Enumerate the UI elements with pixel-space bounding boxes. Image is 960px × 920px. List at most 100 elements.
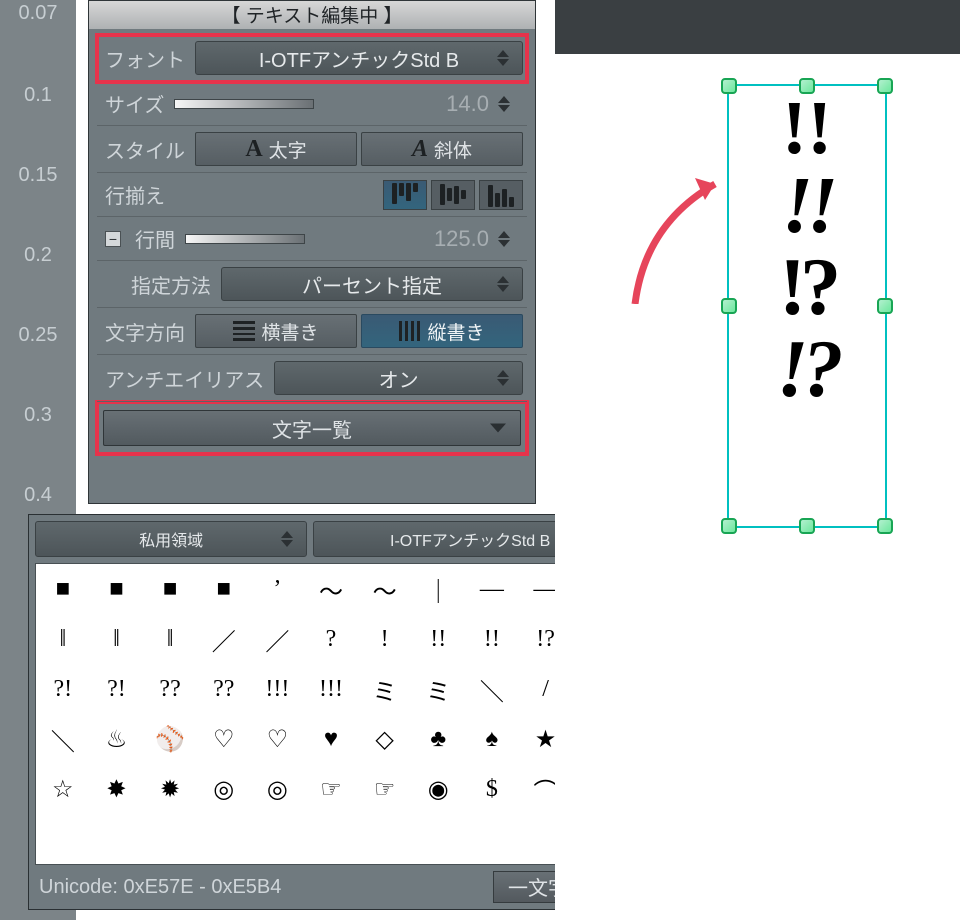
align-top-button[interactable] [383,180,427,210]
glyph-cell[interactable]: ＼ [36,714,90,764]
antialias-label: アンチエイリアス [105,364,264,393]
glyph-cell[interactable]: ／ [197,614,251,664]
glyph-cell[interactable]: ? [304,614,358,664]
glyph-cell[interactable]: ?! [36,664,90,714]
glyph-cell[interactable]: ✹ [143,764,197,814]
glyph-grid: ■■■■’〜〜｜———‖‖‖／／?!!!!!!?!??!?!????!!!!!!… [35,563,627,865]
align-center-button[interactable] [431,180,475,210]
italic-button[interactable]: A 斜体 [361,132,523,166]
leading-label: 行間 [135,224,175,253]
vertical-lines-icon [399,321,421,341]
size-row: サイズ 14.0 [97,82,527,126]
glyph-cell[interactable]: ?! [90,664,144,714]
size-slider[interactable] [174,99,314,109]
resize-handle[interactable] [721,298,737,314]
glyph-cell[interactable]: ■ [36,564,90,614]
font-dropdown[interactable]: I-OTFアンチックStd B [195,41,523,75]
stepper-icon[interactable] [281,522,303,556]
glyph-cell[interactable]: ♡ [197,714,251,764]
ruler-tick: 0.15 [0,164,76,187]
font-row: フォント I-OTFアンチックStd B [97,35,527,82]
ruler-tick: 0.1 [0,84,76,107]
glyph-cell[interactable]: !!! [251,664,305,714]
glyph-cell[interactable]: ♠ [465,714,519,764]
glyph-cell[interactable]: !! [411,614,465,664]
stepper-icon[interactable] [497,42,519,74]
glyph-cell[interactable]: ☞ [304,764,358,814]
bold-icon: A [245,136,262,163]
resize-handle[interactable] [877,298,893,314]
font-label: フォント [105,44,185,73]
canvas-text-line: !! [782,166,832,246]
align-bottom-button[interactable] [479,180,523,210]
size-stepper[interactable] [498,96,520,112]
charmap-font-value: I-OTFアンチックStd B [390,527,550,551]
glyph-cell[interactable]: — [465,564,519,614]
resize-handle[interactable] [799,78,815,94]
glyph-cell[interactable]: ‖ [90,614,144,664]
glyph-cell[interactable]: ■ [90,564,144,614]
glyph-cell[interactable]: ♡ [251,714,305,764]
glyph-cell[interactable]: ?? [197,664,251,714]
glyph-cell[interactable]: ⚾ [143,714,197,764]
canvas-area[interactable]: !! !! !? !? ✕ [555,54,960,920]
character-map-panel: 私用領域 I-OTFアンチックStd B ■■■■’〜〜｜———‖‖‖／／?!!… [28,514,634,910]
glyph-cell[interactable]: ‖ [36,614,90,664]
antialias-dropdown[interactable]: オン [274,361,523,395]
glyph-cell[interactable]: ♥ [304,714,358,764]
style-row: スタイル A 太字 A 斜体 [97,126,527,173]
ruler-tick: 0.4 [0,484,76,507]
unicode-area-dropdown[interactable]: 私用領域 [35,521,307,557]
leading-stepper[interactable] [498,231,520,247]
ruler-tick: 0.2 [0,244,76,267]
resize-handle[interactable] [799,518,815,534]
stepper-icon[interactable] [497,268,519,300]
glyph-cell[interactable]: ◎ [197,764,251,814]
glyph-cell[interactable]: ミ [411,664,465,714]
resize-handle[interactable] [877,518,893,534]
glyph-cell[interactable]: $ [465,764,519,814]
glyph-cell[interactable]: ?? [143,664,197,714]
glyph-cell[interactable]: ◎ [251,764,305,814]
glyph-cell[interactable]: ｜ [411,564,465,614]
leading-method-dropdown[interactable]: パーセント指定 [221,267,523,301]
character-list-button[interactable]: 文字一覧 [103,410,521,446]
glyph-cell[interactable]: ♨ [90,714,144,764]
direction-label: 文字方向 [105,317,185,346]
glyph-cell[interactable]: ✸ [90,764,144,814]
glyph-cell[interactable]: ■ [197,564,251,614]
glyph-cell[interactable]: ♣ [411,714,465,764]
antialias-value: オン [379,364,419,393]
glyph-cell[interactable]: ‖ [143,614,197,664]
stepper-icon[interactable] [497,362,519,394]
collapse-toggle[interactable]: − [105,231,121,247]
resize-handle[interactable] [877,78,893,94]
bold-button[interactable]: A 太字 [195,132,357,166]
text-selection-box[interactable]: !! !! !? !? [727,84,887,528]
glyph-cell[interactable]: ’ [251,564,305,614]
resize-handle[interactable] [721,518,737,534]
resize-handle[interactable] [721,78,737,94]
glyph-cell[interactable]: 〜 [358,564,412,614]
glyph-cell[interactable]: ☆ [36,764,90,814]
glyph-cell[interactable]: !!! [304,664,358,714]
direction-row: 文字方向 横書き 縦書き [97,308,527,355]
glyph-cell[interactable]: ! [358,614,412,664]
glyph-cell[interactable]: 〜 [304,564,358,614]
glyph-cell[interactable]: !! [465,614,519,664]
leading-slider[interactable] [185,234,305,244]
glyph-cell[interactable]: ☞ [358,764,412,814]
glyph-cell[interactable]: ／ [251,614,305,664]
glyph-cell[interactable]: ミ [358,664,412,714]
unicode-area-value: 私用領域 [139,527,203,551]
glyph-cell[interactable]: ◇ [358,714,412,764]
glyph-cell[interactable]: ■ [143,564,197,614]
vertical-writing-button[interactable]: 縦書き [361,314,523,348]
glyph-cell[interactable]: ＼ [465,664,519,714]
horizontal-writing-button[interactable]: 横書き [195,314,357,348]
leading-method-row: 指定方法 パーセント指定 [97,261,527,308]
chevron-down-icon [490,424,506,433]
size-value: 14.0 [446,91,491,117]
leading-row: − 行間 125.0 [97,217,527,261]
glyph-cell[interactable]: ◉ [411,764,465,814]
